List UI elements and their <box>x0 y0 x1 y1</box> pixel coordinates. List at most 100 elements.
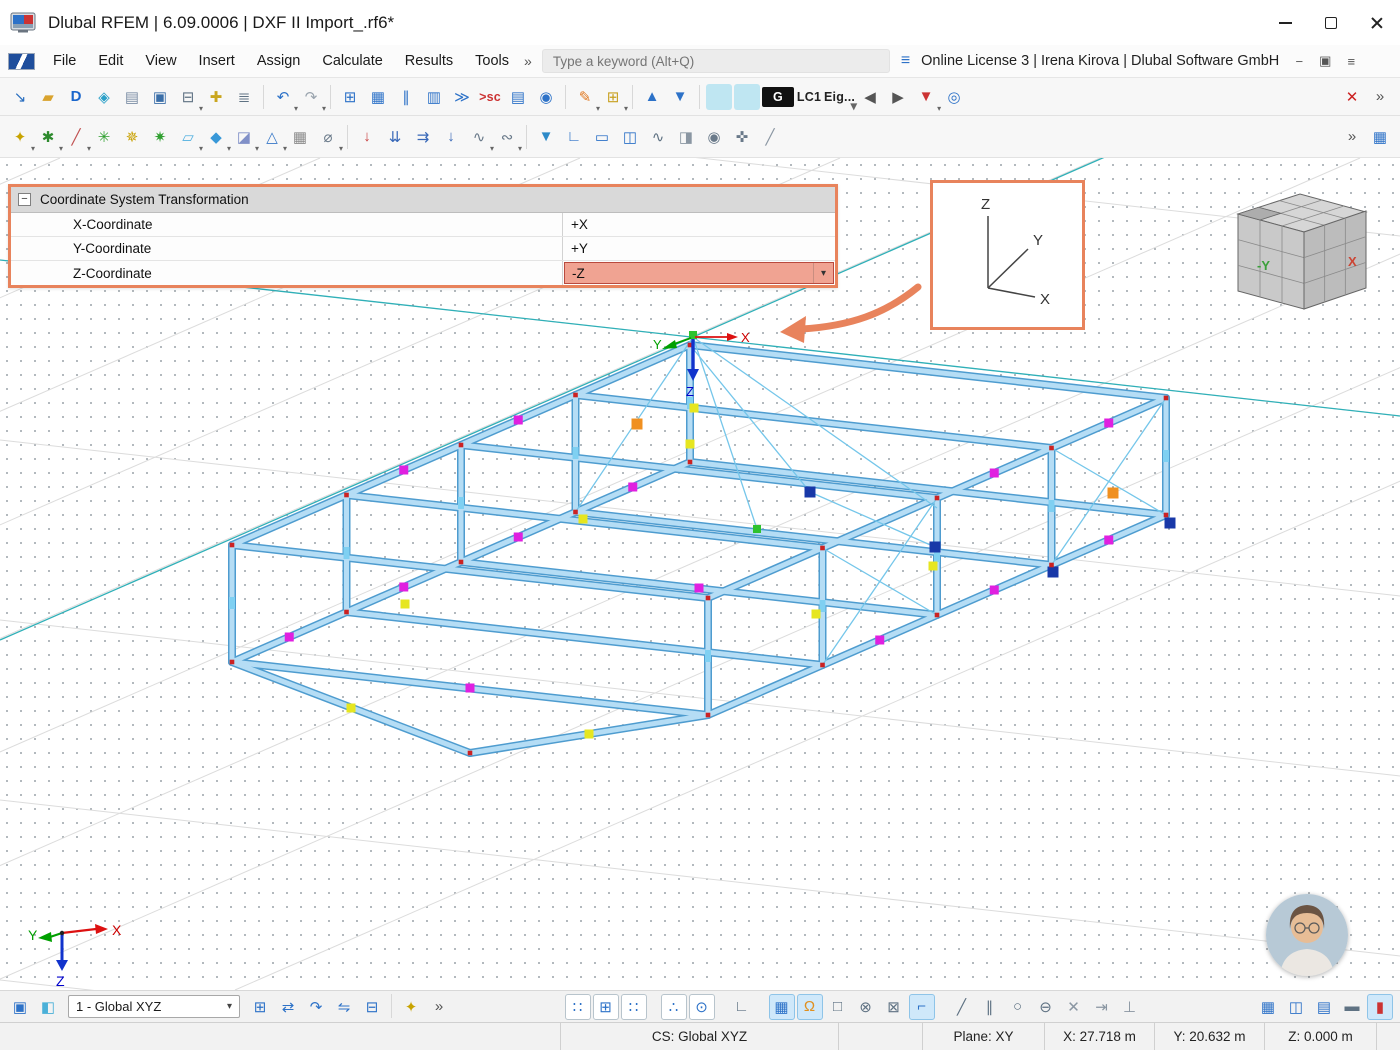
smooth-icon[interactable]: ∿ <box>645 124 671 150</box>
search-input[interactable] <box>542 49 890 73</box>
z-direction-combo[interactable]: -Z▾ <box>564 262 834 284</box>
cancel-red-icon[interactable]: ✕ <box>1339 84 1365 110</box>
render-photo-icon[interactable]: ◉ <box>701 124 727 150</box>
walk-mode-icon[interactable]: ✜ <box>729 124 755 150</box>
menu-item-tools[interactable]: Tools <box>464 48 520 74</box>
more-main-icon[interactable]: » <box>1367 84 1393 110</box>
menu-overflow-icon[interactable]: » <box>521 53 535 69</box>
snap-grid-icon[interactable]: ∷ <box>565 994 591 1020</box>
table-grid-icon[interactable]: ▦ <box>1367 124 1393 150</box>
gallery-icon[interactable]: ▤ <box>119 84 145 110</box>
render-model-icon[interactable]: ◈ <box>91 84 117 110</box>
model-viewport[interactable]: X Y Z -Y X X Y Z − Coord <box>0 158 1400 990</box>
lc1-label[interactable]: LC1 <box>796 84 822 110</box>
color-box-1-icon[interactable] <box>706 84 732 110</box>
mesh-refine-icon[interactable]: ✷ <box>147 124 173 150</box>
guidelines-icon[interactable]: ∴ <box>661 994 687 1020</box>
open-file-icon[interactable]: ▰ <box>35 84 61 110</box>
redo-icon[interactable]: ↷▾ <box>298 84 324 110</box>
clipping-box-icon[interactable]: ▭ <box>589 124 615 150</box>
story-up-icon[interactable]: ▲ <box>639 84 665 110</box>
dlubal-d-icon[interactable]: D <box>63 84 89 110</box>
new-object-icon[interactable]: ✦▾ <box>7 124 33 150</box>
export-solver-icon[interactable]: ≫ <box>449 84 475 110</box>
new-opening-icon[interactable]: ◪▾ <box>231 124 257 150</box>
panels-toggle-icon[interactable]: ◫ <box>1283 994 1309 1020</box>
new-surface-icon[interactable]: ▱▾ <box>175 124 201 150</box>
color-box-2-icon[interactable] <box>734 84 760 110</box>
project-icon[interactable]: ⊟ <box>359 994 385 1020</box>
collapse-icon[interactable]: − <box>18 193 31 206</box>
release-icon[interactable]: ∾▾ <box>494 124 520 150</box>
menu-item-insert[interactable]: Insert <box>188 48 246 74</box>
menu-item-file[interactable]: File <box>42 48 87 74</box>
print-icon[interactable]: ⊟▾ <box>175 84 201 110</box>
pin-right-icon[interactable]: ▮ <box>1367 994 1393 1020</box>
corner-snap-icon[interactable]: ⌐ <box>909 994 935 1020</box>
report-icon[interactable]: ≣ <box>231 84 257 110</box>
free-load-icon[interactable]: ↓ <box>438 124 464 150</box>
snap-perp-icon[interactable]: ⊥ <box>1117 994 1143 1020</box>
undo-icon[interactable]: ↶▾ <box>270 84 296 110</box>
layers-icon[interactable]: ▤ <box>1311 994 1337 1020</box>
mirror-icon[interactable]: ⇋ <box>331 994 357 1020</box>
filter-cases-icon[interactable]: ▼▾ <box>913 84 939 110</box>
transform-row-y-coordinate[interactable]: Y-Coordinate+Y <box>11 237 835 261</box>
measure-icon[interactable]: ⌀▾ <box>315 124 341 150</box>
edit-cs-icon[interactable]: ✎▾ <box>572 84 598 110</box>
table-results-icon[interactable]: ▦ <box>365 84 391 110</box>
new-node-icon[interactable]: ✱▾ <box>35 124 61 150</box>
display-properties-icon[interactable]: ▣ <box>7 994 33 1020</box>
license-search-icon[interactable]: ≡ <box>897 52 914 70</box>
prev-case-icon[interactable]: ◀ <box>857 84 883 110</box>
filter-funnel-icon[interactable]: ▼ <box>533 124 559 150</box>
printout-report-icon[interactable]: ▥ <box>421 84 447 110</box>
save-icon[interactable]: ▣ <box>147 84 173 110</box>
surface-load-icon[interactable]: ⇉ <box>410 124 436 150</box>
new-note-icon[interactable]: ✚ <box>203 84 229 110</box>
snap-cross-icon[interactable]: ✕ <box>1061 994 1087 1020</box>
invert-select-icon[interactable]: ⊠ <box>881 994 907 1020</box>
coordinate-system-select[interactable]: 1 - Global XYZ ▾ <box>68 995 240 1018</box>
gray-solid-icon[interactable]: ▦ <box>287 124 313 150</box>
close-button[interactable] <box>1354 0 1400 45</box>
color-scale-icon[interactable]: ◧ <box>35 994 61 1020</box>
ortho-corner-icon[interactable]: ∟ <box>729 994 755 1020</box>
new-line-icon[interactable]: ╱▾ <box>63 124 89 150</box>
snap-end-icon[interactable]: ⇥ <box>1089 994 1115 1020</box>
parallel-icon[interactable]: ∥ <box>977 994 1003 1020</box>
eraser-icon[interactable]: ◨ <box>673 124 699 150</box>
node-tools-icon[interactable]: ✳ <box>91 124 117 150</box>
object-snap-icon[interactable]: ⊙ <box>689 994 715 1020</box>
minimize-button[interactable] <box>1262 0 1308 45</box>
add-table-icon[interactable]: ⊞▾ <box>600 84 626 110</box>
draw-ellipse-icon[interactable]: ⊖ <box>1033 994 1059 1020</box>
result-diagram-icon[interactable]: ∟ <box>561 124 587 150</box>
import-dxf-icon[interactable]: ↘ <box>7 84 33 110</box>
eigenvalue-select[interactable]: Eig...▾ <box>824 84 855 110</box>
story-down-icon[interactable]: ▼ <box>667 84 693 110</box>
section-clip-icon[interactable]: ◫ <box>617 124 643 150</box>
generate-icon[interactable]: ✦ <box>398 994 424 1020</box>
menu-item-edit[interactable]: Edit <box>87 48 134 74</box>
ribbon-minimize-icon[interactable]: − <box>1286 49 1312 73</box>
work-plane-icon[interactable]: ▦ <box>769 994 795 1020</box>
more-insert-icon[interactable]: » <box>1339 124 1365 150</box>
grid-points-icon[interactable]: ⊞ <box>593 994 619 1020</box>
console-icon[interactable]: ▬ <box>1339 994 1365 1020</box>
rotate-icon[interactable]: ↷ <box>303 994 329 1020</box>
imperfection-icon[interactable]: ∿▾ <box>466 124 492 150</box>
tables-icon[interactable]: ⊞ <box>337 84 363 110</box>
plane-lock-icon[interactable]: Ω <box>797 994 823 1020</box>
transform-row-z-coordinate[interactable]: Z-Coordinate-Z▾ <box>11 261 835 285</box>
navigation-cube[interactable] <box>1238 194 1366 309</box>
menu-item-view[interactable]: View <box>134 48 187 74</box>
member-tools-icon[interactable]: ✵ <box>119 124 145 150</box>
menu-item-assign[interactable]: Assign <box>246 48 312 74</box>
edit-cs-tool-icon[interactable]: ⊞ <box>247 994 273 1020</box>
section-view-icon[interactable]: ∥ <box>393 84 419 110</box>
move-copy-icon[interactable]: ⇄ <box>275 994 301 1020</box>
new-cs-icon[interactable]: △▾ <box>259 124 285 150</box>
menu-item-results[interactable]: Results <box>394 48 464 74</box>
slope-icon[interactable]: ╱ <box>757 124 783 150</box>
